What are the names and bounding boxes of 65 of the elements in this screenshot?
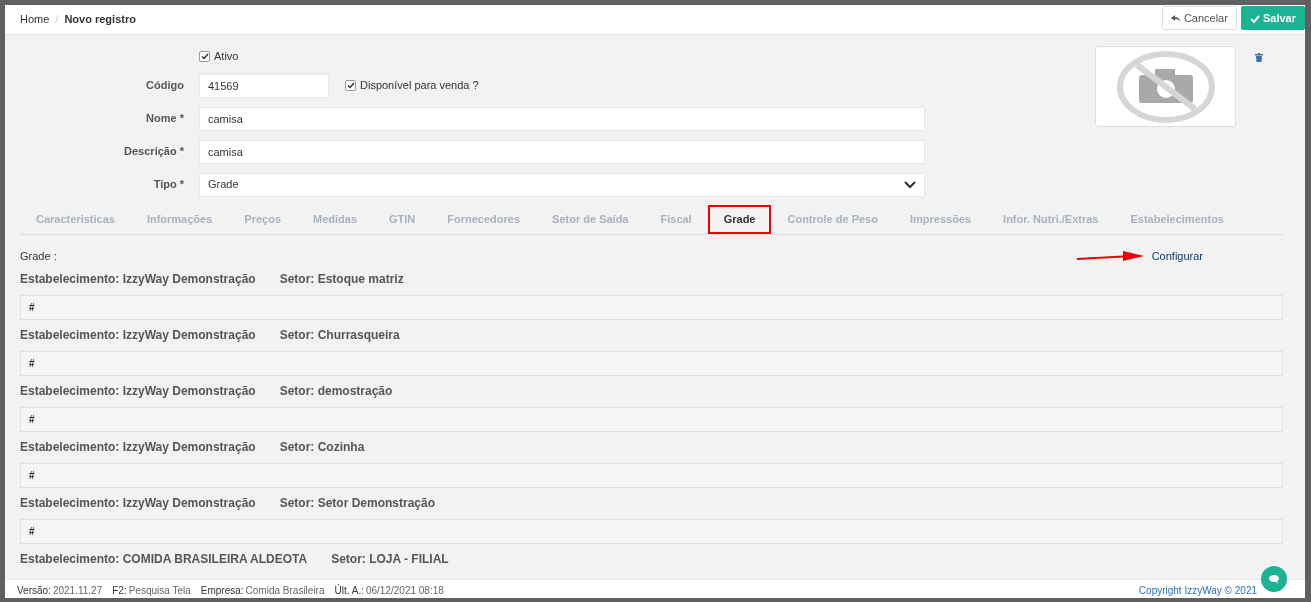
field-label: Nome * xyxy=(145,111,185,127)
tab[interactable]: Medidas xyxy=(297,204,374,234)
input-field[interactable]: camisa xyxy=(199,106,925,131)
establishment-label: Estabelecimento: IzzyWay Demonstração xyxy=(20,271,256,288)
footer-label: Versão: xyxy=(17,584,51,598)
save-button[interactable]: Salvar xyxy=(1240,6,1305,30)
field-label: Código xyxy=(145,78,185,94)
establishment-label: Estabelecimento: IzzyWay Demonstração xyxy=(20,495,256,512)
sector-label: Setor: Estoque matriz xyxy=(279,271,404,288)
footer-value: Pesquisa Tela xyxy=(128,584,191,598)
grade-label: Grade : xyxy=(20,248,57,264)
table-header: # xyxy=(20,351,1283,376)
field-label: Descrição * xyxy=(123,144,185,160)
breadcrumb-link[interactable]: Home xyxy=(20,11,50,28)
sector-label: Setor: Churrasqueira xyxy=(279,327,400,344)
chat-icon xyxy=(1268,574,1280,584)
pointer-arrow-drawing xyxy=(1076,249,1144,262)
copyright-text: Copyright IzzyWay © 2021 xyxy=(1138,584,1257,598)
establishment-label: Estabelecimento: IzzyWay Demonstração xyxy=(20,383,256,400)
chevron-down-icon xyxy=(904,180,916,189)
tab[interactable]: Informações xyxy=(130,204,229,234)
table-header: # xyxy=(20,519,1283,544)
tab[interactable]: Grade xyxy=(707,204,772,234)
sector-label: Setor: demostração xyxy=(279,383,393,400)
footer-label: Empresa: xyxy=(200,584,244,598)
tab[interactable]: Setor de Saída xyxy=(536,204,645,234)
sector-label: Setor: LOJA - FILIAL xyxy=(331,551,449,568)
configure-link[interactable]: Configurar xyxy=(1151,247,1203,264)
establishment-label: Estabelecimento: IzzyWay Demonstração xyxy=(20,439,256,456)
no-camera-icon xyxy=(1116,50,1215,123)
tab[interactable]: Controle de Peso xyxy=(771,204,894,234)
footer-value: Comida Brasileira xyxy=(245,584,325,598)
undo-icon xyxy=(1170,15,1181,24)
establishment-label: Estabelecimento: IzzyWay Demonstração xyxy=(20,327,256,344)
tab[interactable]: Fornecedores xyxy=(431,204,537,234)
footer-label: Últ. A.: xyxy=(334,583,364,598)
select-field[interactable]: Grade xyxy=(199,172,925,197)
tab[interactable]: Preços xyxy=(228,204,297,234)
input-field[interactable]: 41569 xyxy=(199,73,329,98)
footer-value: 06/12/2021 08:18 xyxy=(365,584,444,598)
input-field[interactable]: camisa xyxy=(199,139,925,164)
table-header: # xyxy=(20,407,1283,432)
checkbox[interactable] xyxy=(345,80,356,91)
table-header: # xyxy=(20,463,1283,488)
sector-label: Setor: Setor Demonstração xyxy=(279,495,435,512)
chat-button[interactable] xyxy=(1261,566,1287,592)
checkbox-label: Disponível para venda ? xyxy=(360,78,479,94)
check-icon xyxy=(1249,15,1260,24)
breadcrumb-separator: / xyxy=(55,12,59,28)
cancel-button[interactable]: Cancelar xyxy=(1161,6,1237,30)
footer-label: F2: xyxy=(112,584,127,598)
footer-value: 2021.11.27 xyxy=(52,584,103,598)
sector-label: Setor: Cozinha xyxy=(279,439,365,456)
establishment-label: Estabelecimento: COMIDA BRASILEIRA ALDEOTA xyxy=(20,551,308,568)
tab[interactable]: GTIN xyxy=(373,204,432,234)
field-label: Tipo * xyxy=(152,177,185,193)
breadcrumb-link[interactable]: Novo registro xyxy=(64,11,136,28)
tab[interactable]: Fiscal xyxy=(644,204,708,234)
tab[interactable]: Estabelecimentos xyxy=(1114,204,1240,234)
tab[interactable]: Caracteristicas xyxy=(20,204,131,234)
tab[interactable]: Infor. Nutri./Extras xyxy=(987,204,1115,234)
checkbox-label: Ativo xyxy=(214,49,239,64)
checkbox[interactable] xyxy=(199,50,210,62)
tab[interactable]: Impressões xyxy=(893,204,988,234)
table-header: # xyxy=(20,295,1283,320)
